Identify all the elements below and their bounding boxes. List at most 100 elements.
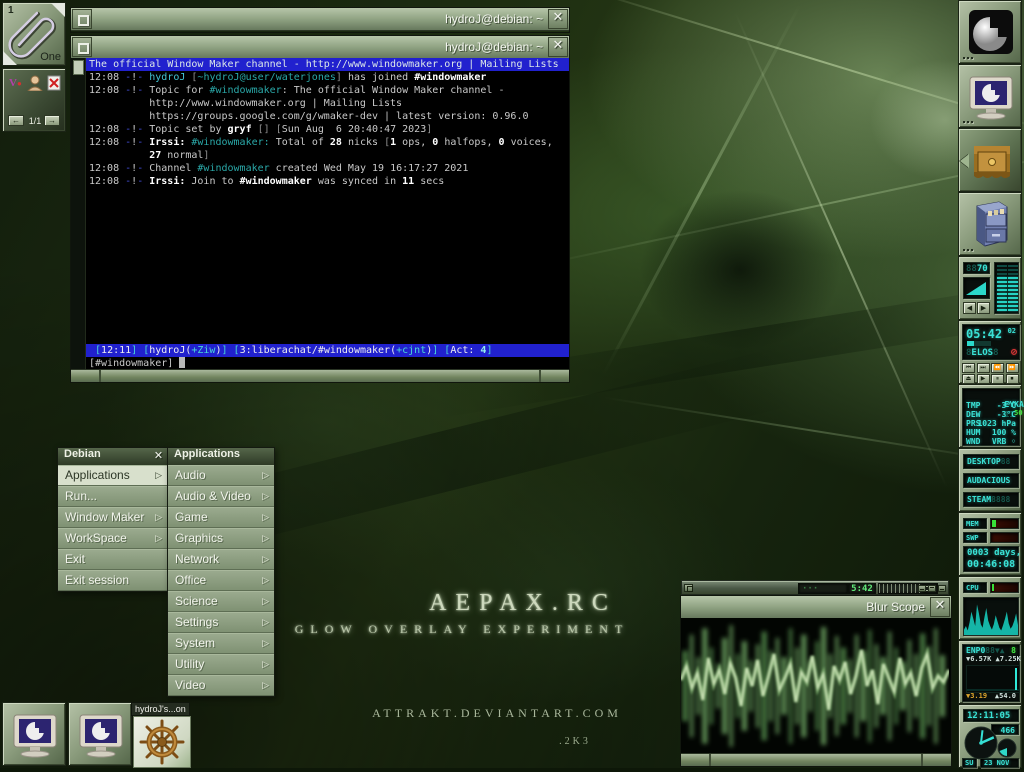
player-track: 02 [1008,327,1016,335]
menu-item-office[interactable]: Office▷ [168,570,274,591]
appicon-terminal-2[interactable] [68,702,132,766]
menu-item-audio-video[interactable]: Audio & Video▷ [168,486,274,507]
dock-tile-net[interactable]: ENP088▼▲ 8 ▼6.57K ▲7.25K ▼3.19 ▲54.0 [958,640,1022,704]
menu-item-science[interactable]: Science▷ [168,591,274,612]
menu-item-graphics[interactable]: Graphics▷ [168,528,274,549]
close-icon: ✕ [549,38,567,56]
dock-tile-terminal[interactable] [958,64,1022,128]
mixer-left-button[interactable]: ◀ [963,302,976,314]
menu-item-run-[interactable]: Run... [58,486,167,507]
terminal-scrollbar[interactable] [71,58,86,370]
clock-date: 23 NOV [984,759,1009,767]
wallpaper-year: .2K3 [559,736,591,747]
text-cursor [179,357,185,368]
launcher-button-steam[interactable]: STEAM8888 [963,492,1019,507]
audacious-shade-bar[interactable]: ··· ····· 5:42 [681,580,949,595]
blur-scope-resizebar[interactable] [681,753,951,766]
submenu-arrow-icon: ▷ [262,466,269,484]
irc-message: http://www.windowmaker.org | Mailing Lis… [89,97,569,110]
resizebar-notch [539,370,541,382]
audacious-close-button[interactable] [938,585,946,592]
dock-tile-cpu[interactable]: CPU [958,576,1022,640]
launcher-button-audacious[interactable]: AUDACIOUS [963,473,1019,488]
appicon-terminal-1[interactable] [2,702,66,766]
dock-tile-cabinet[interactable] [958,192,1022,256]
miniaturize-button[interactable] [72,37,92,57]
irssi-topic-bar: The official Window Maker channel - http… [86,58,569,71]
pager-left-button[interactable]: ← [8,115,24,126]
menu-item-utility[interactable]: Utility▷ [168,654,274,675]
menu-close-button[interactable]: ✕ [151,449,166,464]
menu-item-system[interactable]: System▷ [168,633,274,654]
miniwindow-helm[interactable]: hydroJ's...on [131,702,197,766]
close-button[interactable]: ✕ [930,597,950,617]
dock-tile-player[interactable]: 05:42 02 8ELOS8 ⊘ ⏮⏭⏪⏩⏏▶⏸⏹ [958,320,1022,384]
player-button-6[interactable]: ⏸ [991,374,1004,384]
close-button[interactable]: ✕ [548,37,568,57]
window-title: hydroJ@debian: ~ [445,8,543,30]
player-button-7[interactable]: ⏹ [1006,374,1019,384]
dock-tile-mixer[interactable]: 8870 ◀ ▶ [958,256,1022,320]
analog-clock [961,722,1001,762]
dock-tile-wmaker[interactable] [958,0,1022,64]
audacious-shade-button[interactable] [928,585,936,592]
debian-menu-title[interactable]: Debian ✕ [58,448,167,465]
menu-item-applications[interactable]: Applications▷ [58,465,167,486]
audacious-minimize-button[interactable] [918,585,926,592]
close-icon: ✕ [931,598,949,616]
irc-message: 27 normal] [89,149,569,162]
drawer-arrow-icon[interactable] [960,154,969,168]
wallpaper-subtitle: GLOW OVERLAY EXPERIMENT [295,622,630,637]
player-button-2[interactable]: ⏪ [991,363,1004,373]
workspace-clip[interactable]: 1 One [2,2,66,66]
menu-item-audio[interactable]: Audio▷ [168,465,274,486]
audacious-menu-button[interactable] [684,584,693,592]
mem-label: MEM [966,520,979,528]
player-button-4[interactable]: ⏏ [962,374,975,384]
dock-tile-weather[interactable]: EYKA 1150 TMP-3°CDEW-3°CPRS1023 hPaHUM10… [958,384,1022,448]
menu-item-exit[interactable]: Exit [58,549,167,570]
menu-item-video[interactable]: Video▷ [168,675,274,696]
submenu-arrow-icon: ▷ [155,508,162,526]
player-button-0[interactable]: ⏮ [962,363,975,373]
menu-item-game[interactable]: Game▷ [168,507,274,528]
launcher-button-desktop[interactable]: DESKTOP88 [963,454,1019,469]
applications-menu-title[interactable]: Applications [168,448,274,465]
menu-item-window-maker[interactable]: Window Maker▷ [58,507,167,528]
terminal-screen[interactable]: The official Window Maker channel - http… [71,58,569,370]
cpu-label: CPU [966,584,979,592]
irc-message: 12:08 -!- Irssi: Join to #windowmaker wa… [89,175,569,188]
player-button-5[interactable]: ▶ [977,374,990,384]
blur-scope-titlebar[interactable]: Blur Scope ✕ [681,596,951,619]
terminal-back-titlebar[interactable]: hydroJ@debian: ~ ✕ [71,8,569,31]
wallpaper-credit: ATTRAKT.DEVIANTART.COM [372,706,622,721]
menu-item-exit-session[interactable]: Exit session [58,570,167,591]
running-dots [963,121,977,124]
dock-tile-clock[interactable]: 12:11:05 466 SU 23 NOV [958,704,1022,768]
player-button-3[interactable]: ⏩ [1006,363,1019,373]
window-blur-scope: Blur Scope ✕ [680,595,952,767]
running-dots [963,57,977,60]
clip-next-arrow-icon[interactable] [51,3,65,17]
menu-item-workspace[interactable]: WorkSpace▷ [58,528,167,549]
dock-tile-launcher: DESKTOP88 AUDACIOUS STEAM8888 [958,448,1022,512]
dock-tile-sysmon[interactable]: MEM SWP 0003 days, 00:46:08 [958,512,1022,576]
blur-scope-canvas [681,618,951,754]
menu-item-network[interactable]: Network▷ [168,549,274,570]
terminal-titlebar[interactable]: hydroJ@debian: ~ ✕ [71,36,569,59]
miniaturize-button[interactable] [72,9,92,29]
menu-item-settings[interactable]: Settings▷ [168,612,274,633]
close-button[interactable]: ✕ [548,9,568,29]
submenu-arrow-icon: ▷ [262,508,269,526]
miniaturize-icon [78,15,89,26]
clock-counter: 466 [1001,726,1015,735]
terminal-resizebar[interactable] [71,369,569,382]
scrollbar-thumb[interactable] [73,60,84,75]
dock-tile-drawer[interactable] [958,128,1022,192]
mail-dockapp[interactable]: V● ← 1/1 → [2,68,66,132]
player-button-1[interactable]: ⏭ [977,363,990,373]
clock-subdial [997,738,1017,758]
pager-right-button[interactable]: → [44,115,60,126]
mixer-right-button[interactable]: ▶ [977,302,990,314]
irc-message: 12:08 -!- Topic set by gryf [] [Sun Aug … [89,123,569,136]
